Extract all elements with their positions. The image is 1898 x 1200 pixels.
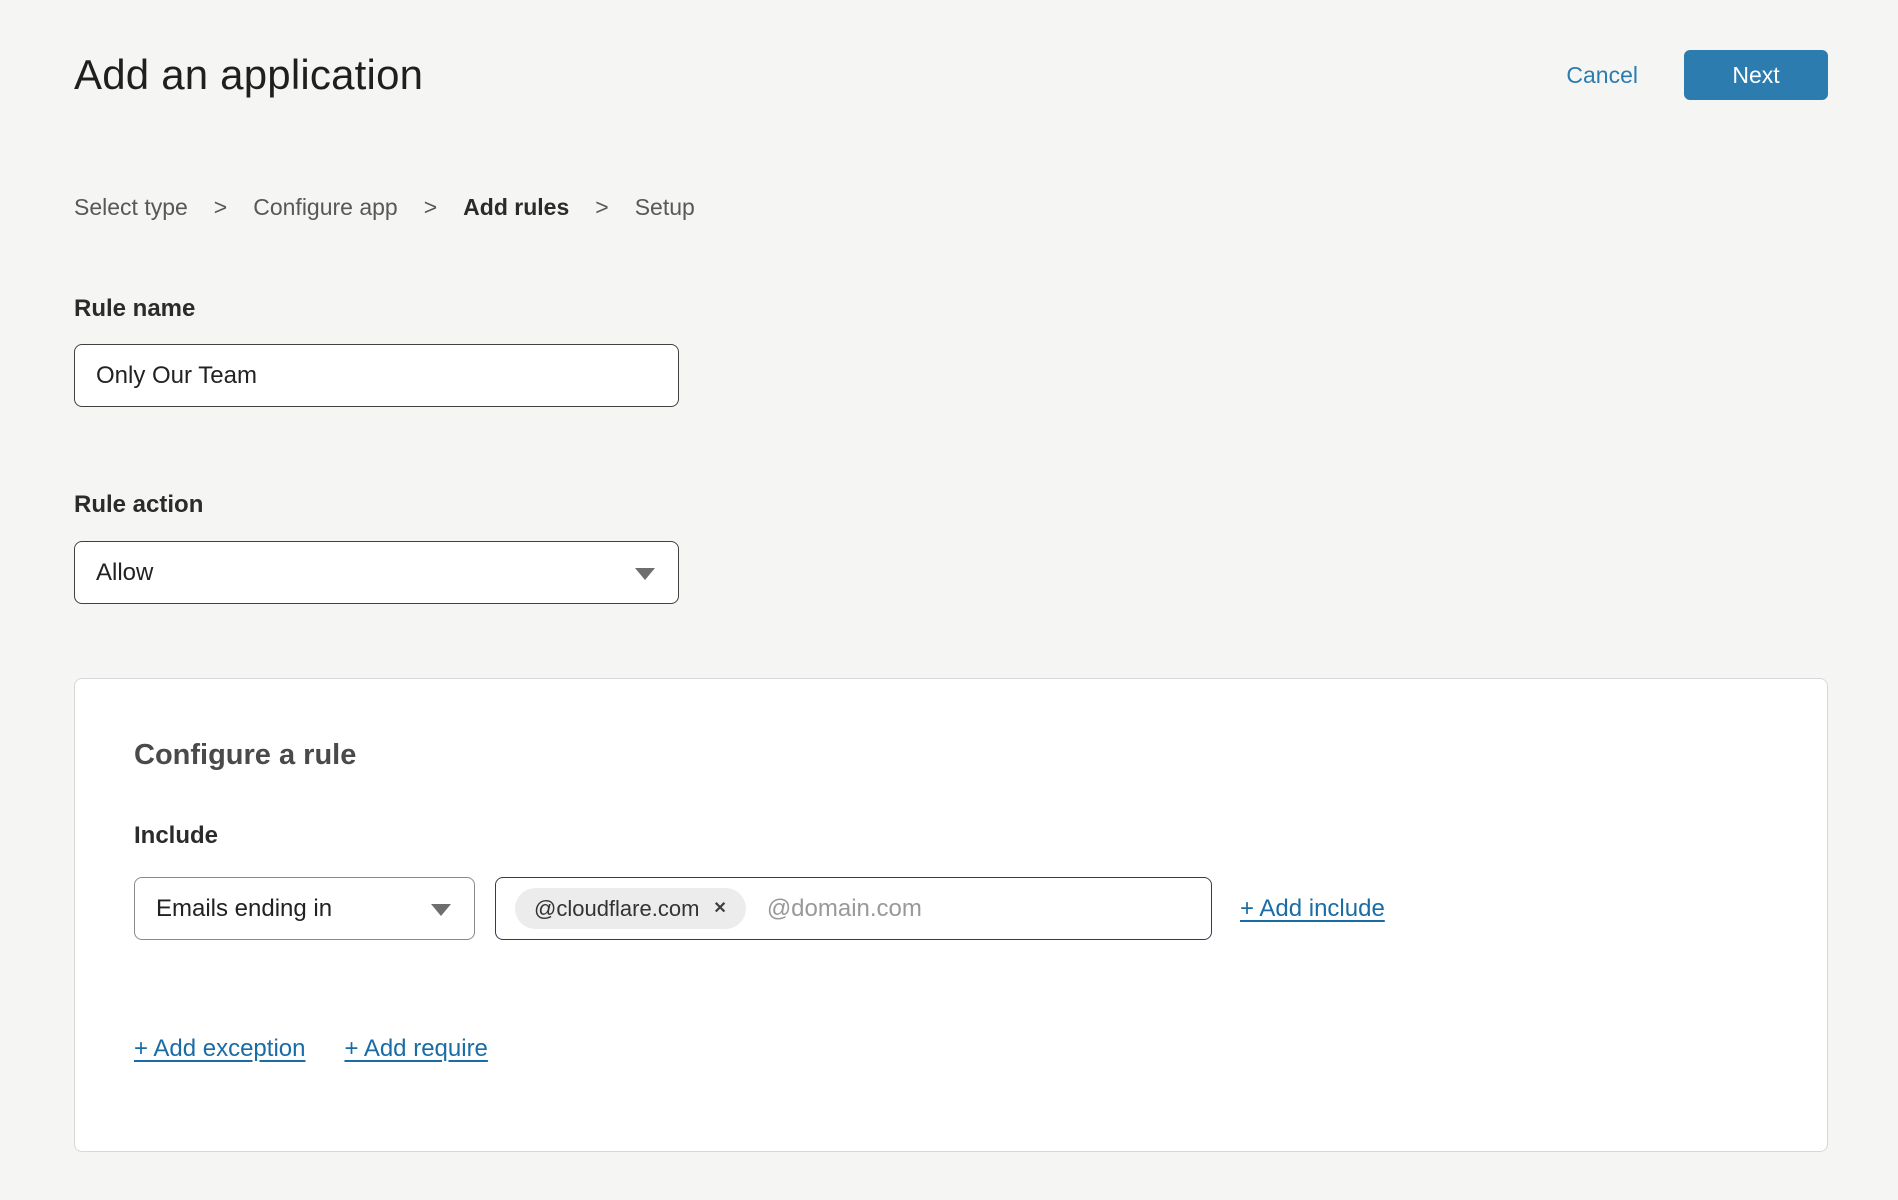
step-add-rules[interactable]: Add rules bbox=[463, 194, 569, 221]
include-label: Include bbox=[134, 822, 1827, 850]
rule-name-input[interactable] bbox=[74, 344, 679, 407]
next-button[interactable]: Next bbox=[1684, 50, 1828, 100]
include-rule-row: Emails ending in @cloudflare.com ✕ + Add… bbox=[134, 877, 1827, 940]
email-domain-chip-text: @cloudflare.com bbox=[534, 896, 699, 922]
add-require-link[interactable]: + Add require bbox=[344, 1035, 487, 1063]
email-domain-chip: @cloudflare.com ✕ bbox=[515, 888, 746, 929]
breadcrumb-separator: > bbox=[214, 194, 227, 221]
add-application-page: Add an application Cancel Next Select ty… bbox=[0, 0, 1898, 1152]
cancel-button[interactable]: Cancel bbox=[1566, 62, 1638, 89]
step-setup[interactable]: Setup bbox=[635, 194, 695, 221]
header-actions: Cancel Next bbox=[1566, 50, 1828, 100]
step-configure-app[interactable]: Configure app bbox=[253, 194, 398, 221]
page-header: Add an application Cancel Next bbox=[74, 0, 1828, 100]
domain-entry-input[interactable] bbox=[746, 878, 1211, 939]
page-title: Add an application bbox=[74, 51, 423, 99]
configure-rule-card: Configure a rule Include Emails ending i… bbox=[74, 678, 1828, 1152]
remove-chip-icon[interactable]: ✕ bbox=[713, 901, 726, 917]
add-exception-link[interactable]: + Add exception bbox=[134, 1035, 305, 1063]
include-selector-select[interactable]: Emails ending in bbox=[134, 877, 475, 940]
rule-action-value: Allow bbox=[96, 559, 153, 587]
breadcrumb: Select type > Configure app > Add rules … bbox=[74, 194, 1828, 221]
add-include-link[interactable]: + Add include bbox=[1240, 895, 1385, 923]
rule-name-label: Rule name bbox=[74, 295, 1828, 323]
breadcrumb-separator: > bbox=[424, 194, 437, 221]
step-select-type[interactable]: Select type bbox=[74, 194, 188, 221]
breadcrumb-separator: > bbox=[595, 194, 608, 221]
rule-action-label: Rule action bbox=[74, 491, 1828, 519]
rule-action-select[interactable]: Allow bbox=[74, 541, 679, 604]
include-value-tag-input[interactable]: @cloudflare.com ✕ bbox=[495, 877, 1212, 940]
include-selector-value: Emails ending in bbox=[156, 895, 332, 923]
chevron-down-icon bbox=[431, 904, 451, 916]
card-title: Configure a rule bbox=[134, 739, 1827, 772]
extra-rule-links: + Add exception + Add require bbox=[134, 1035, 1827, 1063]
chevron-down-icon bbox=[635, 568, 655, 580]
